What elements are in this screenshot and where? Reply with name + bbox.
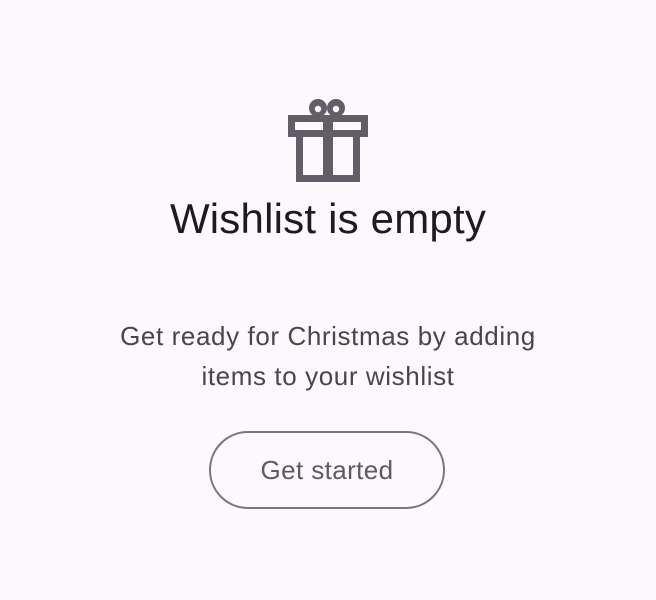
get-started-button-label: Get started <box>260 454 394 485</box>
empty-state-title: Wishlist is empty <box>169 195 487 242</box>
empty-state-description: Get ready for Christmas by adding items … <box>120 321 536 391</box>
get-started-button[interactable]: Get started <box>209 431 445 509</box>
gift-icon <box>288 99 368 182</box>
empty-wishlist-state: Wishlist is empty Get ready for Christma… <box>0 0 656 600</box>
